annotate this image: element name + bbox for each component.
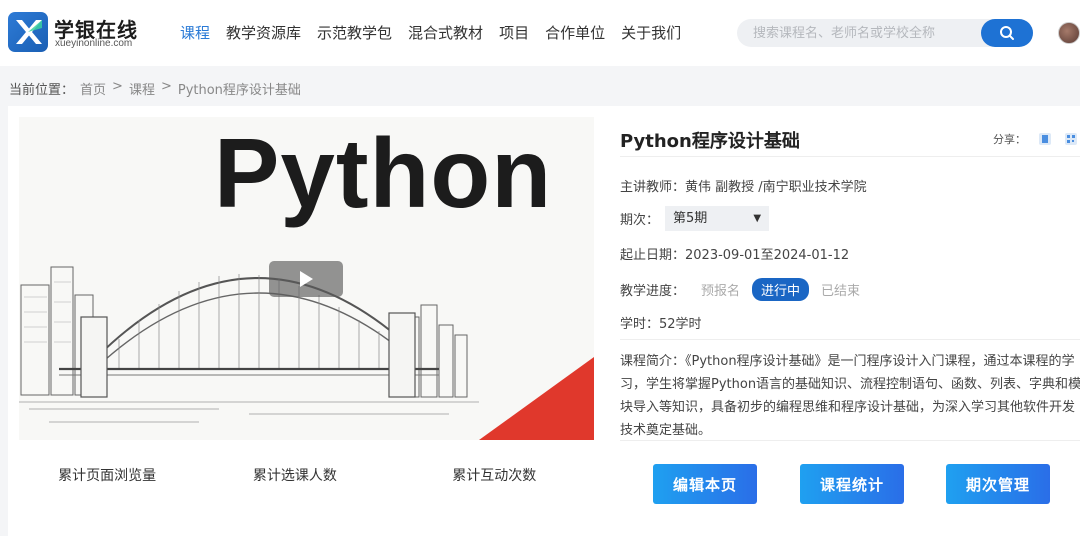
nav-item-partners[interactable]: 合作单位 [545,22,605,44]
teacher-row: 主讲教师： 黄伟 副教授 /南宁职业技术学院 [620,176,867,195]
nav-item-about[interactable]: 关于我们 [621,22,681,44]
nav-item-blended-textbooks[interactable]: 混合式教材 [408,22,483,44]
share-qrcode-icon[interactable] [1064,132,1078,146]
play-button[interactable] [269,261,343,297]
nav-item-resource-library[interactable]: 教学资源库 [226,22,301,44]
term-management-button[interactable]: 期次管理 [946,464,1050,504]
breadcrumb-separator: > [160,79,172,94]
share-area: 分享： [993,131,1078,147]
date-label: 起止日期： [620,248,686,263]
stat-enrollments: 累计选课人数 [252,468,337,484]
divider [620,440,1080,441]
stat-page-views: 累计页面浏览量 [58,468,157,484]
phase-pre-enroll: 预报名 [701,284,741,299]
phase-ended: 已结束 [821,284,861,299]
breadcrumb-label: 当前位置： [9,83,75,98]
breadcrumb-home[interactable]: 首页 [80,79,106,98]
search-input[interactable] [737,19,981,47]
date-row: 起止日期： 2023-09-01至2024-01-12 [620,244,849,263]
date-value: 2023-09-01至2024-01-12 [685,248,850,263]
hours-row: 学时： 52学时 [620,313,702,332]
hours-label: 学时： [620,317,660,332]
share-bookmark-icon[interactable] [1038,132,1052,146]
progress-row: 教学进度： 预报名 进行中 已结束 [620,278,860,301]
nav-item-courses[interactable]: 课程 [180,22,210,44]
course-title: Python程序设计基础 [620,131,800,152]
brand-domain: xueyinonline.com [55,38,133,49]
search-bar [737,19,1033,47]
play-icon [300,271,313,287]
cover-title: Python [214,118,553,228]
phase-in-progress: 进行中 [752,278,810,301]
course-stats: 累计页面浏览量 累计选课人数 累计互动次数 [19,465,594,485]
divider [620,339,1080,340]
breadcrumb-current: Python程序设计基础 [177,83,301,98]
term-label: 期次： [620,213,660,228]
breadcrumb-separator: > [112,79,123,94]
teacher-label: 主讲教师： [620,180,686,195]
main-nav: 课程 教学资源库 示范教学包 混合式教材 项目 合作单位 关于我们 [172,22,689,44]
share-label: 分享： [993,133,1026,146]
term-select[interactable]: 第5期 ▼ [665,206,770,231]
top-header: 学银在线 xueyinonline.com 课程 教学资源库 示范教学包 混合式… [0,0,1080,66]
divider [620,156,1080,157]
search-icon [1000,26,1014,40]
nav-item-projects[interactable]: 项目 [499,22,529,44]
teacher-value: 黄伟 副教授 /南宁职业技术学院 [685,180,867,195]
term-row: 期次： 第5期 ▼ [620,206,770,231]
user-avatar[interactable] [1058,22,1080,44]
breadcrumb: 当前位置： 首页 > 课程 > Python程序设计基础 [9,79,307,98]
nav-item-demo-packages[interactable]: 示范教学包 [317,22,392,44]
course-intro: 课程简介：《Python程序设计基础》是一门程序设计入门课程，通过本课程的学习，… [620,354,1080,438]
search-button[interactable] [981,19,1033,47]
course-info-panel: Python程序设计基础 分享： 主讲教师： 黄伟 副教授 /南宁职业技术学院 … [620,106,1080,536]
caret-down-icon: ▼ [753,213,762,224]
breadcrumb-courses[interactable]: 课程 [129,79,155,98]
edit-page-button[interactable]: 编辑本页 [653,464,757,504]
progress-label: 教学进度： [620,284,686,299]
stat-interactions: 累计互动次数 [452,468,537,484]
term-selected-value: 第5期 [673,211,708,226]
hours-value: 52学时 [659,317,702,332]
course-stats-button[interactable]: 课程统计 [800,464,904,504]
logo-icon[interactable] [8,12,48,52]
